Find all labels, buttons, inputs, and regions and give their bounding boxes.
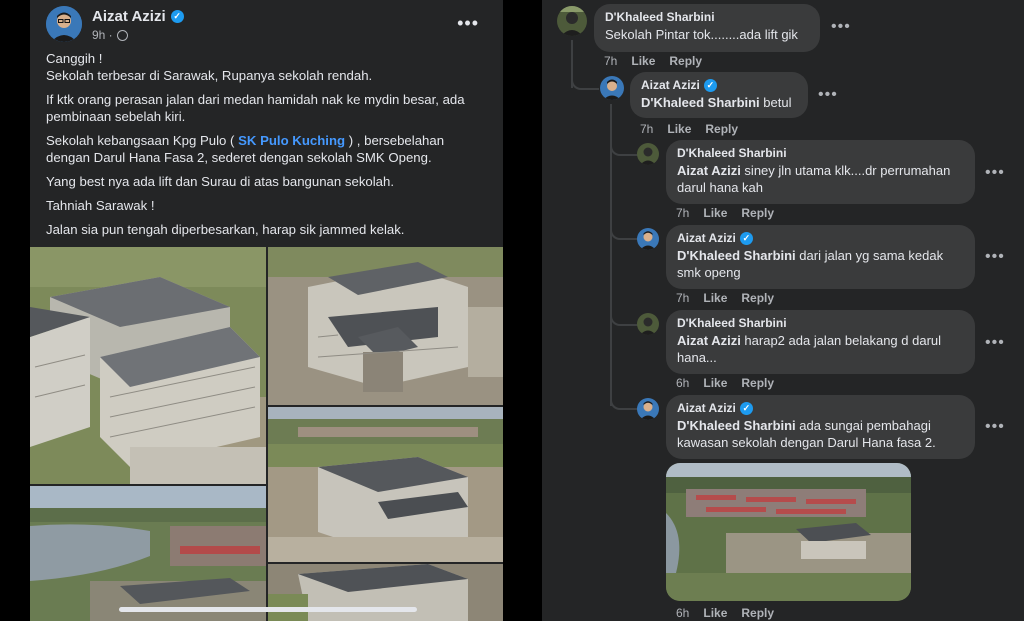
comment-text: D'Khaleed Sharbini betul xyxy=(641,95,792,110)
verified-badge-icon: ✓ xyxy=(739,401,753,415)
comment-time[interactable]: 6h xyxy=(676,376,689,390)
school-page-link[interactable]: SK Pulo Kuching xyxy=(238,133,345,148)
author-avatar[interactable] xyxy=(46,6,82,42)
comment-bubble: D'Khaleed Sharbini Aizat Azizi siney jln… xyxy=(666,140,975,204)
commenter-avatar[interactable] xyxy=(637,143,659,165)
comment-text: Aizat Azizi siney jln utama klk....dr pe… xyxy=(677,163,951,195)
reply-button[interactable]: Reply xyxy=(741,606,774,620)
mention-link[interactable]: D'Khaleed Sharbini xyxy=(641,95,760,110)
commenter-avatar[interactable] xyxy=(637,313,659,335)
comment-actions: 7h Like Reply xyxy=(604,54,702,68)
comment-actions: 7h Like Reply xyxy=(640,122,738,136)
comment-author[interactable]: Aizat Azizi xyxy=(641,78,700,92)
commenter-avatar[interactable] xyxy=(637,398,659,420)
comment-time[interactable]: 7h xyxy=(676,291,689,305)
comment-time[interactable]: 7h xyxy=(676,206,689,220)
thread-connector xyxy=(610,384,638,410)
photo-2[interactable] xyxy=(268,247,503,405)
like-button[interactable]: Like xyxy=(703,376,727,390)
comment-author[interactable]: Aizat Azizi xyxy=(677,401,736,415)
comment-time[interactable]: 7h xyxy=(604,54,617,68)
reply-button[interactable]: Reply xyxy=(741,206,774,220)
like-button[interactable]: Like xyxy=(703,206,727,220)
reply-button[interactable]: Reply xyxy=(669,54,702,68)
comment-more-button[interactable]: ••• xyxy=(818,86,838,104)
post-paragraph-1: Canggih ! Sekolah terbesar di Sarawak, R… xyxy=(46,51,373,83)
comment-author-row: Aizat Azizi ✓ xyxy=(677,401,964,415)
comment-more-button[interactable]: ••• xyxy=(985,334,1005,352)
post-header: Aizat Azizi ✓ 9h · ••• xyxy=(46,6,487,46)
globe-icon xyxy=(116,29,128,41)
comment-author[interactable]: D'Khaleed Sharbini xyxy=(677,316,964,330)
commenter-avatar[interactable] xyxy=(637,228,659,250)
comment-actions: 7h Like Reply xyxy=(676,206,774,220)
post-paragraph-5: Tahniah Sarawak ! xyxy=(46,198,155,213)
post-paragraph-6: Jalan sia pun tengah diperbesarkan, hara… xyxy=(46,222,405,237)
comment-bubble: Aizat Azizi ✓ D'Khaleed Sharbini dari ja… xyxy=(666,225,975,289)
author-name-row: Aizat Azizi ✓ xyxy=(92,8,184,25)
thread-connector xyxy=(571,62,599,90)
commenter-avatar[interactable] xyxy=(600,76,624,100)
comment-time[interactable]: 6h xyxy=(676,606,689,620)
verified-badge-icon: ✓ xyxy=(170,10,184,23)
post-more-button[interactable]: ••• xyxy=(457,14,479,32)
reply-button[interactable]: Reply xyxy=(741,291,774,305)
comments-panel: D'Khaleed Sharbini Sekolah Pintar tok...… xyxy=(542,0,1024,621)
verified-badge-icon: ✓ xyxy=(739,231,753,245)
comment-text: D'Khaleed Sharbini dari jalan yg sama ke… xyxy=(677,248,944,280)
comment-bubble: Aizat Azizi ✓ D'Khaleed Sharbini betul xyxy=(630,72,808,118)
post-card: Aizat Azizi ✓ 9h · ••• Canggih ! Sekolah… xyxy=(30,0,503,621)
post-paragraph-3: Sekolah kebangsaan Kpg Pulo ( SK Pulo Ku… xyxy=(46,133,445,165)
mention-link[interactable]: Aizat Azizi xyxy=(677,163,741,178)
mention-link[interactable]: Aizat Azizi xyxy=(677,333,741,348)
post-meta: 9h · xyxy=(92,28,128,42)
comment-bubble: Aizat Azizi ✓ D'Khaleed Sharbini ada sun… xyxy=(666,395,975,459)
comment-actions: 6h Like Reply xyxy=(676,376,774,390)
verified-badge-icon: ✓ xyxy=(703,78,717,92)
like-button[interactable]: Like xyxy=(667,122,691,136)
photo-gallery xyxy=(30,247,503,621)
comment-time[interactable]: 7h xyxy=(640,122,653,136)
commenter-avatar[interactable] xyxy=(557,6,587,36)
thread-connector xyxy=(610,214,638,240)
reply-button[interactable]: Reply xyxy=(705,122,738,136)
mention-link[interactable]: D'Khaleed Sharbini xyxy=(677,248,796,263)
comment-text: Aizat Azizi harap2 ada jalan belakang d … xyxy=(677,333,942,365)
comment-more-button[interactable]: ••• xyxy=(985,248,1005,266)
gallery-scroll-indicator xyxy=(119,607,417,612)
comment-bubble: D'Khaleed Sharbini Sekolah Pintar tok...… xyxy=(594,4,820,52)
comment-author[interactable]: D'Khaleed Sharbini xyxy=(677,146,964,160)
comment-attached-photo[interactable] xyxy=(666,463,911,601)
comment-text: D'Khaleed Sharbini ada sungai pembahagi k… xyxy=(677,418,936,450)
photo-4[interactable] xyxy=(30,486,266,621)
photo-3[interactable] xyxy=(268,407,503,562)
like-button[interactable]: Like xyxy=(703,291,727,305)
comment-text: Sekolah Pintar tok........ada lift gik xyxy=(605,27,798,42)
comment-more-button[interactable]: ••• xyxy=(985,164,1005,182)
comment-more-button[interactable]: ••• xyxy=(831,18,851,36)
comment-author-row: Aizat Azizi ✓ xyxy=(677,231,964,245)
post-paragraph-2: If ktk orang perasan jalan dari medan ha… xyxy=(46,92,465,124)
post-time[interactable]: 9h · xyxy=(92,28,113,42)
post-paragraph-4: Yang best nya ada lift dan Surau di atas… xyxy=(46,174,395,189)
author-name[interactable]: Aizat Azizi xyxy=(92,8,166,25)
comment-author[interactable]: Aizat Azizi xyxy=(677,231,736,245)
comment-bubble: D'Khaleed Sharbini Aizat Azizi harap2 ad… xyxy=(666,310,975,374)
thread-connector xyxy=(610,130,638,156)
comment-author-row: Aizat Azizi ✓ xyxy=(641,78,797,92)
like-button[interactable]: Like xyxy=(703,606,727,620)
mention-link[interactable]: D'Khaleed Sharbini xyxy=(677,418,796,433)
photo-1[interactable] xyxy=(30,247,266,484)
comment-more-button[interactable]: ••• xyxy=(985,418,1005,436)
comment-actions: 6h Like Reply xyxy=(676,606,774,620)
reply-button[interactable]: Reply xyxy=(741,376,774,390)
like-button[interactable]: Like xyxy=(631,54,655,68)
comment-author[interactable]: D'Khaleed Sharbini xyxy=(605,10,809,24)
post-body: Canggih ! Sekolah terbesar di Sarawak, R… xyxy=(46,50,489,245)
comment-actions: 7h Like Reply xyxy=(676,291,774,305)
photo-5[interactable] xyxy=(268,564,503,621)
thread-connector xyxy=(610,300,638,326)
